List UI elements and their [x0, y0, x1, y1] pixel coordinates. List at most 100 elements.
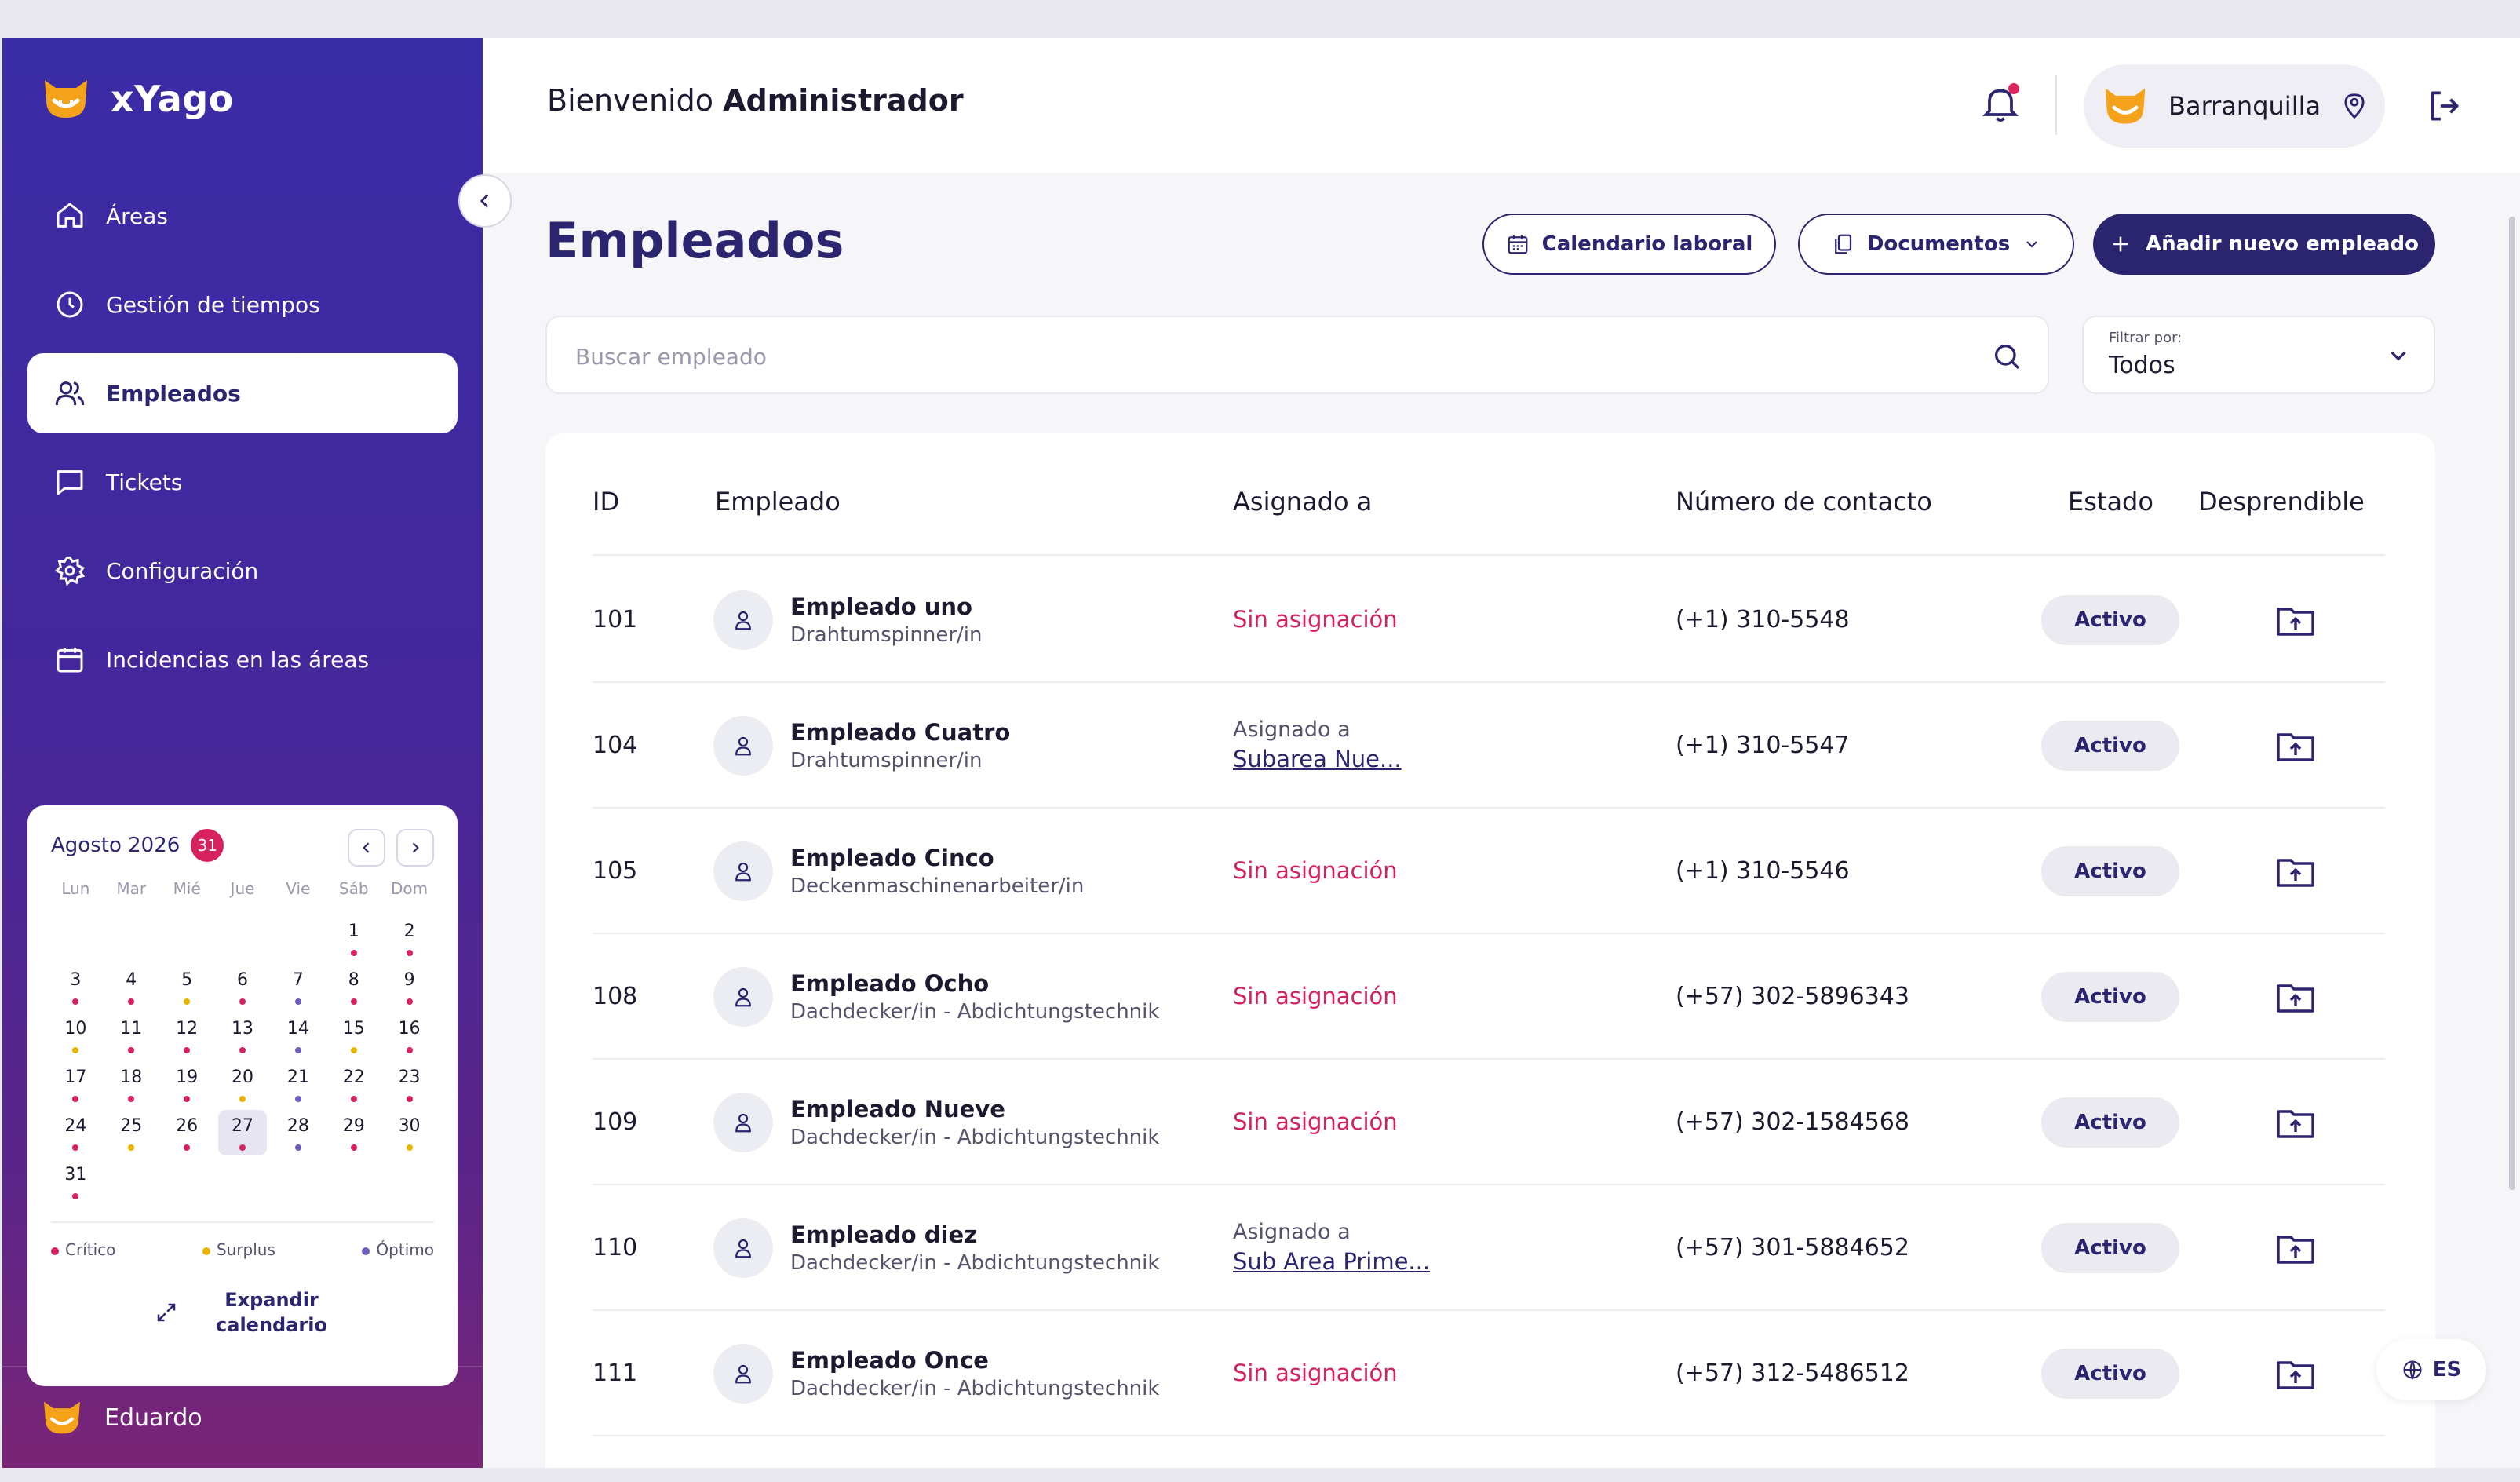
calendar-day[interactable]: 5	[159, 959, 215, 1008]
table-row[interactable]: 109 Empleado Nueve Dachdecker/in - Abdicht…	[593, 1060, 2385, 1185]
calendar-day[interactable]: 25	[104, 1105, 159, 1154]
calendar-day[interactable]: 16	[381, 1008, 437, 1057]
calendar-day-number: 14	[286, 1019, 309, 1038]
sidebar-item-incidencias[interactable]: Incidencias en las áreas	[27, 619, 458, 699]
add-employee-label: Añadir nuevo empleado	[2146, 232, 2419, 256]
calendar-day[interactable]: 29	[326, 1105, 381, 1154]
legend-surplus: Surplus	[202, 1240, 275, 1259]
table-row[interactable]: 110 Empleado diez Dachdecker/in - Abdichtu…	[593, 1185, 2385, 1311]
table-row[interactable]: 105 Empleado Cinco Deckenmaschinenarbeiter…	[593, 809, 2385, 934]
sidebar-user[interactable]: Eduardo	[2, 1366, 483, 1468]
upload-payslip-button[interactable]	[2275, 852, 2316, 890]
calendar-day[interactable]: 27	[215, 1105, 271, 1155]
calendar-day[interactable]: 26	[159, 1105, 215, 1154]
user-icon	[735, 1113, 751, 1133]
upload-payslip-button[interactable]	[2275, 727, 2316, 765]
globe-icon	[2403, 1360, 2422, 1381]
calendar-day[interactable]: 10	[48, 1008, 104, 1057]
location-selector[interactable]: Barranquilla	[2084, 64, 2385, 148]
status-dot	[350, 1096, 357, 1102]
assigned-area-link[interactable]: Subarea Nue...	[1233, 746, 1402, 772]
employee-name[interactable]: Empleado Ocho	[790, 970, 989, 997]
assigned-area-link[interactable]: Sub Area Prime...	[1233, 1248, 1430, 1275]
status-dot	[239, 1144, 246, 1151]
upload-payslip-button[interactable]	[2275, 1104, 2316, 1141]
calendar-empty-cell	[48, 911, 104, 959]
calendar-day[interactable]: 17	[48, 1057, 104, 1105]
expand-calendar-button[interactable]: Expandir calendario	[27, 1287, 458, 1338]
calendar-day[interactable]: 8	[326, 959, 381, 1008]
upload-payslip-button[interactable]	[2275, 1355, 2316, 1393]
table-row[interactable]: 111 Empleado Once Dachdecker/in - Abdichtu…	[593, 1311, 2385, 1436]
calendar-day[interactable]: 2	[381, 911, 437, 959]
table-row[interactable]: 101 Empleado uno Drahtumspinner/in Sin asig…	[593, 557, 2385, 683]
sidebar-item-configuracion[interactable]: Configuración	[27, 531, 458, 611]
sidebar-item-areas[interactable]: Áreas	[27, 176, 458, 256]
calendar-day[interactable]: 11	[104, 1008, 159, 1057]
sidebar: xYago Áreas Gestión de tiempos Empleados…	[2, 38, 483, 1468]
filter-select[interactable]: Filtrar por: Todos	[2082, 316, 2435, 394]
calendar-day[interactable]: 12	[159, 1008, 215, 1057]
upload-payslip-button[interactable]	[2275, 1229, 2316, 1267]
welcome-name: Administrador	[723, 83, 964, 118]
calendar-day[interactable]: 14	[270, 1008, 326, 1057]
calendar-day[interactable]: 7	[270, 959, 326, 1008]
sidebar-nav: Áreas Gestión de tiempos Empleados Ticke…	[27, 176, 458, 708]
calendar-day[interactable]: 18	[104, 1057, 159, 1105]
search-input[interactable]	[575, 338, 1909, 375]
employee-avatar	[713, 841, 773, 901]
employee-role: Dachdecker/in - Abdichtungstechnik	[790, 1126, 1160, 1149]
calendar-day[interactable]: 20	[215, 1057, 271, 1105]
employee-name[interactable]: Empleado Nueve	[790, 1096, 1005, 1122]
calendar-day[interactable]: 13	[215, 1008, 271, 1057]
calendar-day[interactable]: 24	[48, 1105, 104, 1154]
notifications-button[interactable]	[1978, 82, 2022, 126]
employee-name[interactable]: Empleado diez	[790, 1221, 977, 1248]
search-icon[interactable]	[1991, 341, 2022, 372]
language-switcher[interactable]: ES	[2376, 1339, 2486, 1400]
employee-name[interactable]: Empleado Cuatro	[790, 719, 1010, 746]
logout-button[interactable]	[2424, 86, 2463, 126]
employee-phone: (+57) 312-5486512	[1676, 1360, 1909, 1387]
calendar-day[interactable]: 6	[215, 959, 271, 1008]
calendar-day[interactable]: 3	[48, 959, 104, 1008]
upload-payslip-button[interactable]	[2275, 978, 2316, 1016]
scrollbar[interactable]	[2509, 217, 2515, 1190]
calendar-days: 1 2 3 4 5 6 7 8 9 10 11 12 13 14 15 16 17 18 19 20 21 22 23 24 2…	[48, 911, 437, 1203]
calendar-day[interactable]: 28	[270, 1105, 326, 1154]
calendar-day-number: 17	[64, 1068, 87, 1087]
documentos-dropdown[interactable]: Documentos	[1798, 214, 2074, 275]
folder-upload-icon	[2277, 1361, 2314, 1389]
add-employee-button[interactable]: Añadir nuevo empleado	[2093, 214, 2435, 275]
sidebar-item-gestion-tiempos[interactable]: Gestión de tiempos	[27, 265, 458, 345]
folder-upload-icon	[2277, 859, 2314, 887]
collapse-sidebar-button[interactable]	[458, 174, 512, 228]
calendar-day-number: 27	[231, 1116, 253, 1136]
employee-name[interactable]: Empleado uno	[790, 593, 972, 620]
employee-name[interactable]: Empleado Once	[790, 1347, 989, 1374]
employee-id: 105	[593, 857, 638, 885]
calendar-prev-button[interactable]	[348, 829, 385, 867]
sidebar-item-empleados[interactable]: Empleados	[27, 353, 458, 433]
calendar-day[interactable]: 4	[104, 959, 159, 1008]
calendar-day[interactable]: 1	[326, 911, 381, 959]
calendar-day[interactable]: 15	[326, 1008, 381, 1057]
employee-name[interactable]: Empleado Cinco	[790, 845, 994, 871]
calendar-day[interactable]: 22	[326, 1057, 381, 1105]
calendar-next-button[interactable]	[396, 829, 434, 867]
calendar-day[interactable]: 30	[381, 1105, 437, 1154]
calendar-day-number: 20	[231, 1068, 253, 1087]
upload-payslip-button[interactable]	[2275, 601, 2316, 639]
status-dot	[294, 1047, 301, 1053]
calendar-day[interactable]: 31	[48, 1154, 104, 1203]
legend-critico: Crítico	[51, 1240, 115, 1259]
table-row[interactable]: 104 Empleado Cuatro Drahtumspinner/in Asign…	[593, 683, 2385, 809]
calendario-laboral-button[interactable]: Calendario laboral	[1482, 214, 1776, 275]
brand[interactable]: xYago	[40, 77, 234, 121]
table-row[interactable]: 108 Empleado Ocho Dachdecker/in - Abdichtu…	[593, 934, 2385, 1060]
calendar-day[interactable]: 19	[159, 1057, 215, 1105]
sidebar-item-tickets[interactable]: Tickets	[27, 442, 458, 522]
calendar-day[interactable]: 23	[381, 1057, 437, 1105]
calendar-day[interactable]: 9	[381, 959, 437, 1008]
calendar-day[interactable]: 21	[270, 1057, 326, 1105]
